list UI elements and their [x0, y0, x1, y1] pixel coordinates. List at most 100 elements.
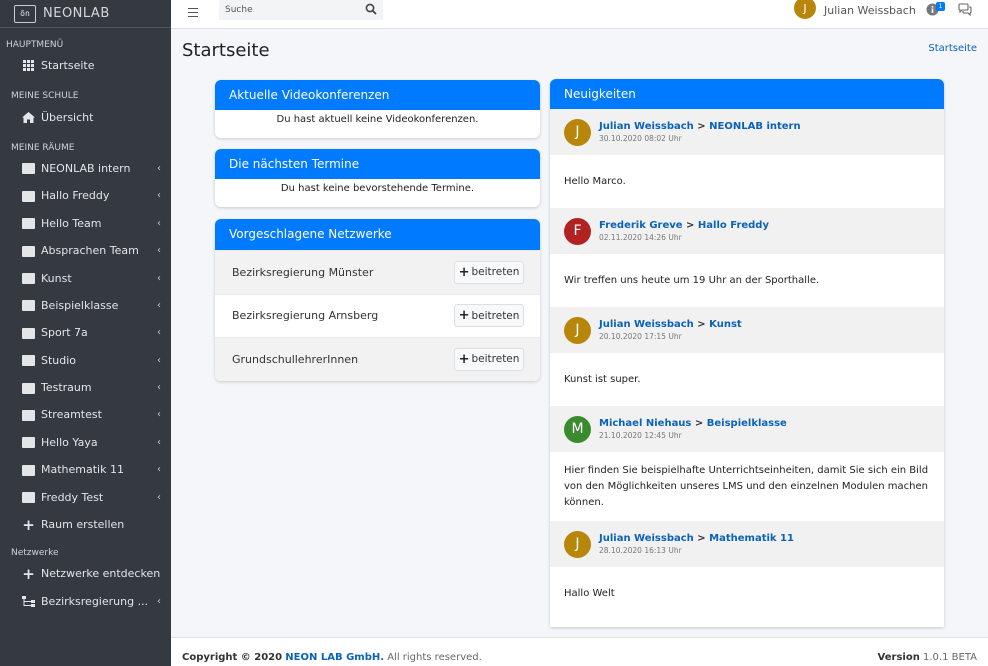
join-network-button[interactable]: + beitreten: [454, 347, 524, 371]
book-icon: [22, 300, 35, 312]
news-meta: Frederik Greve > Hallo Freddy 02.11.2020 …: [599, 220, 769, 242]
join-network-button[interactable]: + beitreten: [454, 260, 524, 284]
news-meta: Julian Weissbach > Mathematik 11 28.10.20…: [599, 533, 794, 555]
sidebar-item-room[interactable]: Hello Team ‹: [0, 210, 171, 237]
card-title: Neuigkeiten: [550, 79, 944, 109]
network-row: Bezirksregierung Münster + beitreten: [215, 250, 540, 294]
news-author-line: Julian Weissbach > Mathematik 11: [599, 533, 794, 544]
sidebar-item-label: Freddy Test: [41, 490, 104, 504]
chevron-left-icon: ‹: [157, 595, 161, 607]
menu-icon[interactable]: [188, 8, 198, 17]
chevron-left-icon: ‹: [157, 491, 161, 503]
page-title: Startseite: [182, 40, 270, 61]
sidebar-item-room[interactable]: Hallo Freddy ‹: [0, 182, 171, 209]
sidebar-item-room[interactable]: Freddy Test ‹: [0, 483, 171, 510]
room-link[interactable]: Beispielklasse: [707, 418, 787, 429]
sidebar-item-label: Sport 7a: [41, 326, 88, 340]
sidebar-item-startseite[interactable]: Startseite: [0, 52, 171, 79]
sidebar-item-label: NEONLAB intern: [41, 161, 131, 175]
sidebar-item-room[interactable]: Kunst ‹: [0, 264, 171, 291]
version-info: Version 1.0.1 BETA: [878, 652, 977, 663]
search-icon[interactable]: [365, 3, 377, 15]
section-header-school: MEINE SCHULE: [11, 91, 79, 102]
sidebar-item-room[interactable]: Studio ‹: [0, 347, 171, 374]
news-item-header: F Frederik Greve > Hallo Freddy 02.11.2020…: [550, 208, 944, 254]
brand-name: NEONLAB: [43, 6, 110, 21]
chevron-left-icon: ‹: [157, 162, 161, 174]
rights-text: All rights reserved.: [387, 652, 482, 663]
book-icon: [22, 163, 35, 175]
news-meta: Michael Niehaus > Beispielklasse 21.10.20…: [599, 418, 787, 440]
sidebar-item-room[interactable]: Beispielklasse ‹: [0, 292, 171, 319]
chevron-left-icon: ‹: [157, 354, 161, 366]
avatar: F: [564, 217, 591, 245]
separator: >: [694, 418, 704, 429]
discover-networks-button[interactable]: + Netzwerke entdecken: [0, 560, 171, 587]
section-header-networks: Netzwerke: [11, 548, 59, 559]
chevron-left-icon: ‹: [157, 217, 161, 229]
author-link[interactable]: Michael Niehaus: [599, 418, 691, 429]
chevron-left-icon: ‹: [157, 409, 161, 421]
news-item: F Frederik Greve > Hallo Freddy 02.11.2020…: [550, 208, 944, 307]
notification-badge: 1: [936, 2, 945, 11]
news-text: Hello Marco.: [550, 155, 944, 208]
home-icon: [22, 111, 35, 123]
brand[interactable]: ōn NEONLAB: [0, 0, 171, 28]
company-link[interactable]: NEON LAB GmbH.: [285, 652, 384, 663]
sidebar-item-network[interactable]: Bezirksregierung ... ‹: [0, 588, 171, 615]
appointments-empty-text: Du hast keine bevorstehende Termine.: [280, 183, 475, 194]
sidebar-item-room[interactable]: Streamtest ‹: [0, 401, 171, 428]
author-link[interactable]: Julian Weissbach: [599, 319, 694, 330]
chevron-left-icon: ‹: [157, 382, 161, 394]
plus-icon: +: [458, 308, 470, 324]
book-icon: [22, 218, 35, 230]
news-text: Hier finden Sie beispielhafte Unterricht…: [550, 452, 944, 521]
sidebar-item-room[interactable]: Absprachen Team ‹: [0, 237, 171, 264]
book-icon: [22, 327, 35, 339]
sidebar-item-label: Übersicht: [41, 110, 94, 124]
version-label: Version: [877, 652, 920, 663]
footer: Copyright © 2020 NEON LAB GmbH. All righ…: [171, 637, 988, 666]
room-link[interactable]: Kunst: [709, 319, 742, 330]
room-link[interactable]: NEONLAB intern: [709, 121, 800, 132]
sidebar-item-room[interactable]: Sport 7a ‹: [0, 319, 171, 346]
news-author-line: Frederik Greve > Hallo Freddy: [599, 220, 769, 231]
sidebar: ōn NEONLAB HAUPTMENÜ Startseite MEINE SC…: [0, 0, 171, 666]
grid-icon: [22, 60, 35, 72]
room-list: NEONLAB intern ‹ Hallo Freddy ‹ Hello Team ‹ A…: [0, 155, 171, 511]
news-item-header: J Julian Weissbach > Kunst 20.10.2020 17:1…: [550, 307, 944, 353]
breadcrumb[interactable]: Startseite: [928, 43, 977, 54]
sidebar-item-room[interactable]: Testraum ‹: [0, 374, 171, 401]
create-room-button[interactable]: + Raum erstellen: [0, 511, 171, 538]
sidebar-item-label: Bezirksregierung ...: [41, 594, 149, 608]
card-title: Vorgeschlagene Netzwerke: [215, 219, 540, 250]
book-icon: [22, 464, 35, 476]
section-header-main: HAUPTMENÜ: [6, 40, 64, 50]
sidebar-item-label: Hello Team: [41, 216, 102, 230]
author-link[interactable]: Julian Weissbach: [599, 121, 694, 132]
book-icon: [22, 437, 35, 449]
author-link[interactable]: Julian Weissbach: [599, 533, 694, 544]
chevron-left-icon: ‹: [157, 436, 161, 448]
room-link[interactable]: Mathematik 11: [709, 533, 794, 544]
sidebar-item-room[interactable]: Hello Yaya ‹: [0, 429, 171, 456]
join-network-button[interactable]: + beitreten: [454, 304, 524, 328]
sidebar-item-uebersicht[interactable]: Übersicht: [0, 103, 171, 130]
sidebar-item-room[interactable]: Mathematik 11 ‹: [0, 456, 171, 483]
news-author-line: Julian Weissbach > NEONLAB intern: [599, 121, 801, 132]
separator: >: [697, 319, 706, 330]
separator: >: [686, 220, 695, 231]
chevron-left-icon: ‹: [157, 327, 161, 339]
news-author-line: Julian Weissbach > Kunst: [599, 319, 742, 330]
separator: >: [697, 533, 706, 544]
user-menu[interactable]: J Julian Weissbach: [794, 0, 916, 20]
sidebar-item-room[interactable]: NEONLAB intern ‹: [0, 155, 171, 182]
discover-networks-label: Netzwerke entdecken: [41, 567, 161, 581]
sidebar-item-label: Startseite: [41, 59, 95, 73]
search-input[interactable]: [219, 0, 359, 20]
book-icon: [22, 355, 35, 367]
chat-icon[interactable]: [958, 3, 972, 17]
room-link[interactable]: Hallo Freddy: [698, 220, 769, 231]
sidebar-item-label: Absprachen Team: [41, 244, 139, 258]
author-link[interactable]: Frederik Greve: [599, 220, 683, 231]
